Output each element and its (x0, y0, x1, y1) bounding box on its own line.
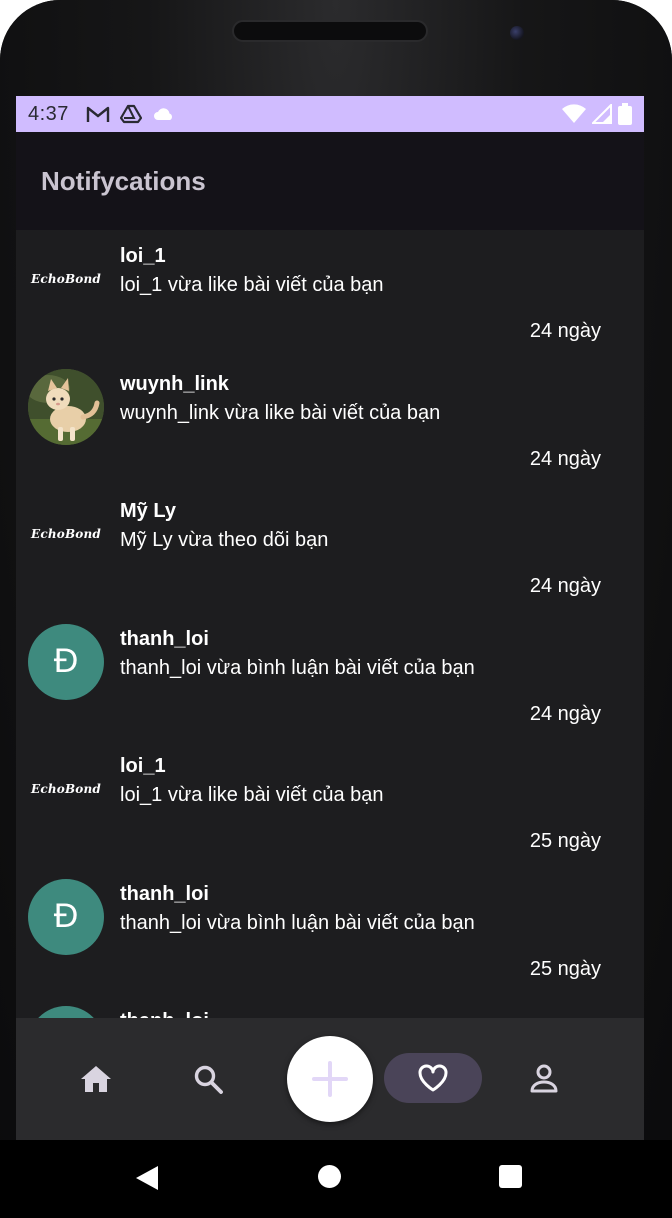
add-icon (312, 1061, 348, 1097)
notification-item[interactable]: wuynh_link wuynh_link vừa like bài viết … (16, 358, 644, 486)
avatar-letter[interactable]: Đ (28, 623, 104, 700)
nav-search-button[interactable] (183, 1018, 233, 1140)
signal-icon (590, 102, 612, 129)
notification-time: 24 ngày (529, 702, 601, 725)
notification-username[interactable]: thanh_loi (120, 883, 209, 906)
avatar-cat-photo[interactable] (28, 368, 104, 445)
notification-username[interactable]: Mỹ Ly (120, 500, 176, 523)
app-screen: 4:37 Notifycations EchoBond loi_1 loi_1 … (16, 96, 644, 1140)
notification-message: loi_1 vừa like bài viết của bạn (120, 274, 384, 296)
notification-message: loi_1 vừa like bài viết của bạn (120, 784, 384, 806)
bottom-navigation-bar (16, 1018, 644, 1140)
top-app-bar: Notifycations (16, 132, 644, 230)
notification-time: 25 ngày (529, 957, 601, 980)
person-icon (530, 1064, 558, 1093)
avatar-echobond-logo[interactable]: EchoBond (28, 751, 104, 827)
system-navigation-bar (0, 1140, 672, 1218)
page-title: Notifycations (41, 166, 206, 196)
avatar-echobond-logo[interactable]: EchoBond (28, 241, 104, 317)
notification-item[interactable]: Đ thanh_loi thanh_loi vừa bình luận bài … (16, 868, 644, 996)
status-bar: 4:37 (16, 96, 644, 132)
back-icon[interactable] (134, 1164, 160, 1197)
battery-icon (618, 103, 632, 130)
notification-time: 24 ngày (529, 575, 601, 597)
echobond-logo: EchoBond (30, 272, 102, 286)
notification-username[interactable]: loi_1 (120, 245, 166, 268)
recents-icon[interactable] (499, 1165, 522, 1188)
cat-photo-icon (28, 368, 104, 445)
cloud-icon (152, 104, 176, 129)
notification-item[interactable]: Đ thanh_loi (16, 995, 644, 1018)
notification-username[interactable]: wuynh_link (120, 373, 229, 396)
notification-list[interactable]: EchoBond loi_1 loi_1 vừa like bài viết c… (16, 230, 644, 1018)
notification-message: wuynh_link vừa like bài viết của bạn (120, 401, 441, 424)
notification-item[interactable]: EchoBond loi_1 loi_1 vừa like bài viết c… (16, 740, 644, 868)
status-notification-icons (86, 104, 176, 129)
notification-username[interactable]: loi_1 (120, 755, 166, 778)
echobond-logo: EchoBond (30, 527, 102, 541)
notification-message: thanh_loi vừa bình luận bài viết của bạn (120, 911, 475, 934)
heart-icon (418, 1064, 448, 1092)
status-time: 4:37 (28, 103, 69, 125)
notification-username[interactable]: thanh_loi (120, 1010, 209, 1018)
notification-item[interactable]: EchoBond Mỹ Ly Mỹ Ly vừa theo dõi bạn 24… (16, 485, 644, 613)
notification-item[interactable]: Đ thanh_loi thanh_loi vừa bình luận bài … (16, 613, 644, 741)
avatar-letter[interactable]: Đ (28, 1006, 104, 1018)
speaker-grille (232, 20, 428, 42)
echobond-logo: EchoBond (30, 782, 102, 796)
avatar-letter[interactable]: Đ (28, 878, 104, 955)
status-system-icons (562, 102, 632, 130)
front-camera (510, 26, 524, 40)
drive-icon (119, 104, 143, 129)
phone-frame: 4:37 Notifycations EchoBond loi_1 loi_1 … (0, 0, 672, 1218)
notification-message: thanh_loi vừa bình luận bài viết của bạn (120, 656, 475, 679)
notification-time: 24 ngày (529, 447, 601, 470)
notification-time: 25 ngày (529, 830, 601, 852)
home-icon (81, 1066, 111, 1092)
gmail-icon (86, 104, 110, 129)
notification-username[interactable]: thanh_loi (120, 628, 209, 651)
home-circle-icon[interactable] (318, 1165, 341, 1188)
wifi-icon (562, 104, 586, 129)
nav-notifications-button[interactable] (384, 1053, 482, 1103)
notification-item[interactable]: EchoBond loi_1 loi_1 vừa like bài viết c… (16, 230, 644, 358)
notification-message: Mỹ Ly vừa theo dõi bạn (120, 529, 329, 551)
nav-home-button[interactable] (71, 1018, 121, 1140)
nav-add-post-button[interactable] (287, 1036, 373, 1122)
notification-time: 24 ngày (529, 320, 601, 342)
search-icon (194, 1065, 223, 1094)
avatar-echobond-logo[interactable]: EchoBond (28, 496, 104, 572)
nav-profile-button[interactable] (519, 1018, 569, 1140)
